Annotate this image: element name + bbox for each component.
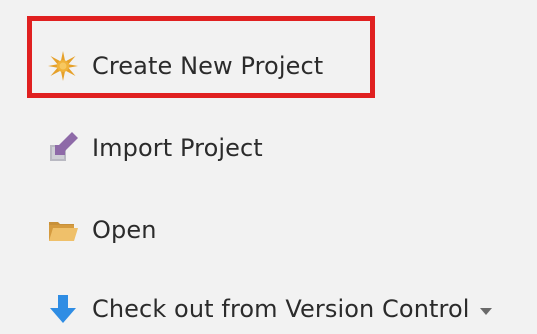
welcome-actions-panel: Create New Project Import Project Open C… <box>0 0 537 334</box>
import-project-action[interactable]: Import Project <box>46 126 263 170</box>
checkout-version-control-label: Check out from Version Control <box>92 295 470 323</box>
folder-open-icon <box>46 213 80 247</box>
import-arrow-icon <box>46 131 80 165</box>
create-new-project-label: Create New Project <box>92 52 324 80</box>
chevron-down-icon[interactable] <box>479 307 492 315</box>
download-arrow-icon <box>46 292 80 326</box>
create-new-project-action[interactable]: Create New Project <box>46 44 323 88</box>
import-project-label: Import Project <box>92 134 263 162</box>
new-project-star-icon <box>46 49 80 83</box>
checkout-version-control-action[interactable]: Check out from Version Control <box>46 287 492 331</box>
open-action[interactable]: Open <box>46 208 157 252</box>
open-label: Open <box>92 216 157 244</box>
